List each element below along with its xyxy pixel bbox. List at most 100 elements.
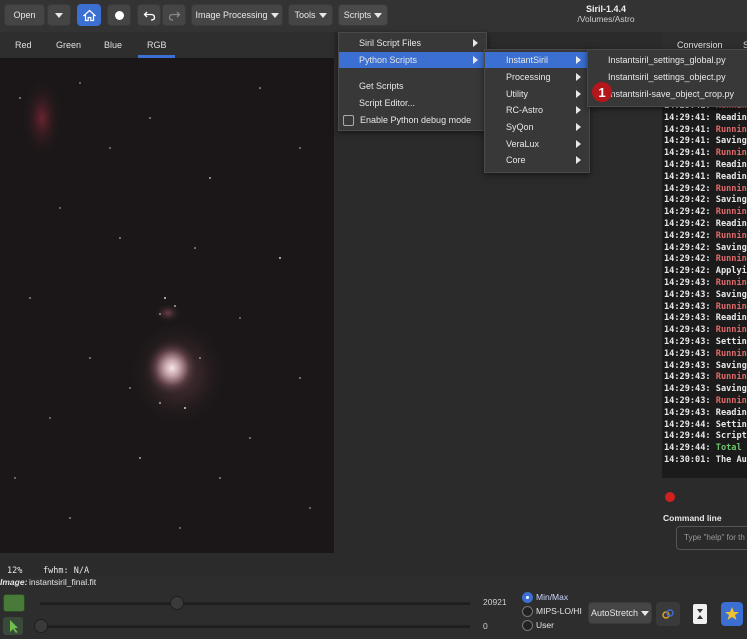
color-chain-button[interactable]: [656, 602, 680, 626]
log-console[interactable]: 14:29:41: Running14:29:41: Reading14:29:…: [662, 58, 747, 478]
chevron-right-icon: [576, 106, 581, 114]
menu-item-siril-script-files[interactable]: Siril Script Files: [339, 35, 486, 51]
menu-item-core[interactable]: Core: [485, 152, 589, 168]
stop-icon[interactable]: [665, 492, 675, 502]
nebula-image: [0, 58, 334, 553]
home-button[interactable]: [77, 4, 101, 26]
low-slider-knob[interactable]: [34, 619, 48, 633]
log-message: Running: [715, 207, 747, 218]
tab-blue[interactable]: Blue: [104, 40, 122, 50]
menu-item-get-scripts[interactable]: Get Scripts: [339, 78, 486, 94]
menu-item-utility[interactable]: Utility: [485, 86, 589, 102]
menu-item-veralux[interactable]: VeraLux: [485, 136, 589, 152]
scripts-label: Scripts: [343, 10, 372, 20]
low-slider-track[interactable]: [40, 625, 470, 628]
log-message: Running: [715, 301, 747, 312]
menu-item-instantsiril[interactable]: InstantSiril: [485, 52, 589, 68]
open-recent-dropdown-button[interactable]: [47, 4, 71, 26]
menu-item-script-editor[interactable]: Script Editor...: [339, 95, 486, 111]
scripts-menu-button[interactable]: Scripts: [338, 4, 388, 26]
menu-item-label: Siril Script Files: [359, 38, 422, 48]
log-line: 14:29:42: Saving: [664, 243, 747, 253]
log-time: 14:29:41:: [664, 160, 711, 170]
log-message: Total e: [715, 443, 747, 454]
bottom-controls: 20921 0 Min/Max MIPS-LO/HI User AutoStre…: [0, 577, 747, 639]
log-line: 14:29:43: Running: [664, 349, 747, 359]
radio-mips[interactable]: [522, 606, 533, 617]
log-time: 14:29:41:: [664, 112, 711, 123]
menu-item-settings-object[interactable]: Instantsiril_settings_object.py: [588, 69, 747, 85]
log-line: 14:29:42: Applyin: [664, 266, 747, 276]
log-line: 14:29:44: Total e: [664, 443, 747, 453]
radio-minmax-label: Min/Max: [536, 592, 569, 602]
tools-menu-button[interactable]: Tools: [288, 4, 333, 26]
log-message: Settin: [715, 337, 747, 347]
menu-item-processing[interactable]: Processing: [485, 69, 589, 85]
menu-item-python-scripts[interactable]: Python Scripts: [339, 52, 486, 68]
high-slider-knob[interactable]: [170, 596, 184, 610]
high-slider-track[interactable]: [40, 602, 470, 605]
image-processing-label: Image Processing: [195, 10, 268, 20]
image-label: Image:: [0, 577, 28, 587]
log-message: Reading: [715, 219, 747, 229]
cursor-icon[interactable]: [3, 617, 23, 635]
image-viewer[interactable]: [0, 58, 334, 553]
tab-rgb[interactable]: RGB: [147, 40, 167, 50]
menu-item-syqon[interactable]: SyQon: [485, 119, 589, 135]
menu-item-save-object-crop[interactable]: Instantsiril-save_object_crop.py: [588, 86, 747, 102]
log-line: 14:29:43: Running: [664, 278, 747, 288]
menu-item-label: Script Editor...: [359, 98, 416, 108]
log-line: 14:29:41: Reading: [664, 160, 747, 170]
tools-label: Tools: [294, 10, 316, 20]
home-icon: [82, 9, 96, 21]
chevron-down-icon: [374, 12, 383, 18]
log-message: Running: [715, 348, 747, 359]
log-time: 14:29:43:: [664, 384, 711, 395]
log-time: 14:29:42:: [664, 230, 711, 241]
image-filename: instantsiril_final.fit: [29, 577, 97, 587]
radio-minmax[interactable]: [522, 592, 533, 603]
open-button[interactable]: Open: [4, 4, 45, 26]
log-time: 14:29:43:: [664, 301, 711, 312]
histogram-icon[interactable]: [3, 594, 25, 612]
log-line: 14:29:43: Settin: [664, 337, 747, 347]
log-message: Running: [715, 325, 747, 336]
debug-checkbox[interactable]: [343, 114, 354, 126]
log-message: The Aut: [715, 455, 747, 465]
star-tool-button[interactable]: [721, 602, 743, 626]
log-message: Saving: [715, 136, 747, 147]
tab-red[interactable]: Red: [15, 40, 32, 50]
log-message: Saving: [715, 242, 747, 253]
menu-item-label: RC-Astro: [506, 105, 544, 115]
log-time: 14:29:41:: [664, 171, 711, 182]
instantsiril-submenu: Instantsiril_settings_global.py Instants…: [587, 49, 747, 107]
image-processing-menu-button[interactable]: Image Processing: [191, 4, 283, 26]
undo-button[interactable]: [137, 4, 161, 26]
log-time: 14:30:01:: [664, 455, 711, 465]
menu-item-enable-python-debug[interactable]: Enable Python debug mode: [339, 112, 486, 128]
stretch-mode-select[interactable]: AutoStretch: [588, 602, 652, 624]
log-line: 14:29:43: Running: [664, 325, 747, 335]
log-line: 14:29:43: Saving: [664, 384, 747, 394]
menu-item-rc-astro[interactable]: RC-Astro: [485, 102, 589, 118]
tab-green[interactable]: Green: [56, 40, 81, 50]
chain-icon: [662, 609, 674, 619]
flip-button[interactable]: [690, 602, 710, 626]
log-message: Running: [715, 124, 747, 135]
zoom-level: 12%: [7, 566, 23, 576]
log-time: 14:29:41:: [664, 136, 711, 147]
window-path: /Volumes/Astro: [577, 14, 635, 24]
radio-user[interactable]: [522, 620, 533, 631]
log-time: 14:29:44:: [664, 419, 711, 430]
menu-item-label: Instantsiril_settings_global.py: [608, 55, 726, 65]
log-line: 14:29:43: Running: [664, 302, 747, 312]
menu-item-label: InstantSiril: [506, 55, 549, 65]
log-message: Running: [715, 230, 747, 241]
chevron-right-icon: [576, 156, 581, 164]
menu-item-label: Python Scripts: [359, 55, 418, 65]
live-stack-button[interactable]: [107, 4, 131, 26]
menu-item-settings-global[interactable]: Instantsiril_settings_global.py: [588, 52, 747, 68]
redo-button[interactable]: [162, 4, 186, 26]
command-line-input[interactable]: Type "help" for th: [676, 526, 747, 550]
log-line: 14:29:41: Reading: [664, 113, 747, 123]
